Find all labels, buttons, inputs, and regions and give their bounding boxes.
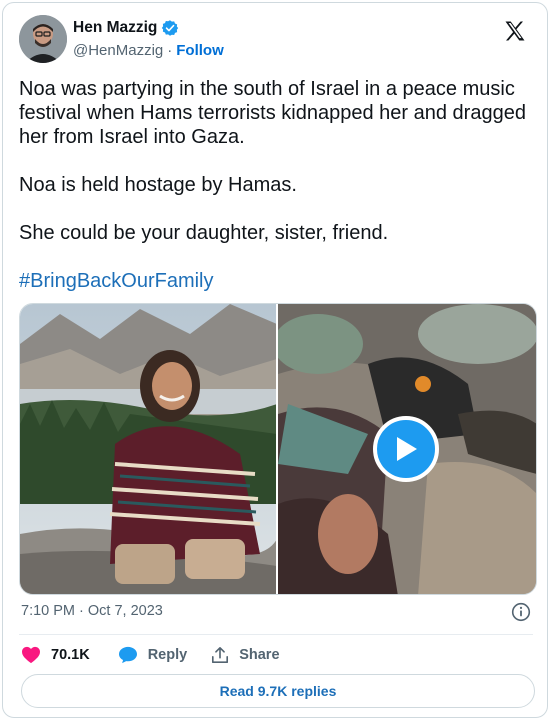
name-row: Hen Mazzig bbox=[73, 17, 224, 39]
play-icon bbox=[397, 437, 417, 461]
photo-image bbox=[20, 304, 276, 594]
tweet-paragraph: She could be your daughter, sister, frie… bbox=[19, 222, 389, 244]
handle-row: @HenMazzig · Follow bbox=[73, 39, 224, 61]
tweet-text: Noa was partying in the south of Israel … bbox=[19, 77, 535, 317]
tweet-card: Hen Mazzig @HenMazzig · Follow Noa was p… bbox=[2, 2, 548, 718]
info-icon[interactable] bbox=[511, 602, 531, 622]
tweet-paragraph: Noa was partying in the south of Israel … bbox=[19, 78, 526, 148]
user-handle[interactable]: @HenMazzig bbox=[73, 42, 163, 59]
share-label: Share bbox=[239, 647, 280, 663]
read-replies-button[interactable]: Read 9.7K replies bbox=[21, 674, 535, 708]
divider bbox=[19, 634, 533, 635]
like-button[interactable]: 70.1K bbox=[21, 646, 90, 664]
user-info: Hen Mazzig @HenMazzig · Follow bbox=[73, 17, 224, 61]
avatar[interactable] bbox=[19, 15, 67, 63]
reply-label: Reply bbox=[147, 647, 188, 663]
display-name[interactable]: Hen Mazzig bbox=[73, 19, 157, 37]
follow-button[interactable]: Follow bbox=[176, 42, 224, 59]
tweet-paragraph: Noa is held hostage by Hamas. bbox=[19, 174, 297, 196]
reply-button[interactable]: Reply bbox=[118, 646, 188, 664]
reply-bubble-icon bbox=[118, 646, 137, 664]
x-logo-icon[interactable] bbox=[503, 19, 527, 43]
likes-count: 70.1K bbox=[51, 647, 90, 663]
share-button[interactable]: Share bbox=[211, 646, 280, 664]
share-icon bbox=[212, 646, 229, 664]
tweet-header: Hen Mazzig @HenMazzig · Follow bbox=[19, 15, 533, 65]
heart-icon bbox=[22, 646, 40, 664]
verified-badge-icon bbox=[162, 20, 179, 36]
play-button[interactable] bbox=[373, 416, 439, 482]
photo-woman-sitting-mountains[interactable] bbox=[20, 304, 276, 594]
person-avatar-icon bbox=[19, 15, 67, 63]
video-thumbnail[interactable] bbox=[278, 304, 536, 594]
action-bar: 70.1K Reply Share bbox=[21, 643, 280, 667]
media-grid bbox=[19, 303, 537, 595]
tweet-timestamp[interactable]: 7:10 PM · Oct 7, 2023 bbox=[21, 603, 163, 619]
hashtag-link[interactable]: #BringBackOurFamily bbox=[19, 270, 214, 292]
separator-dot: · bbox=[167, 41, 173, 59]
